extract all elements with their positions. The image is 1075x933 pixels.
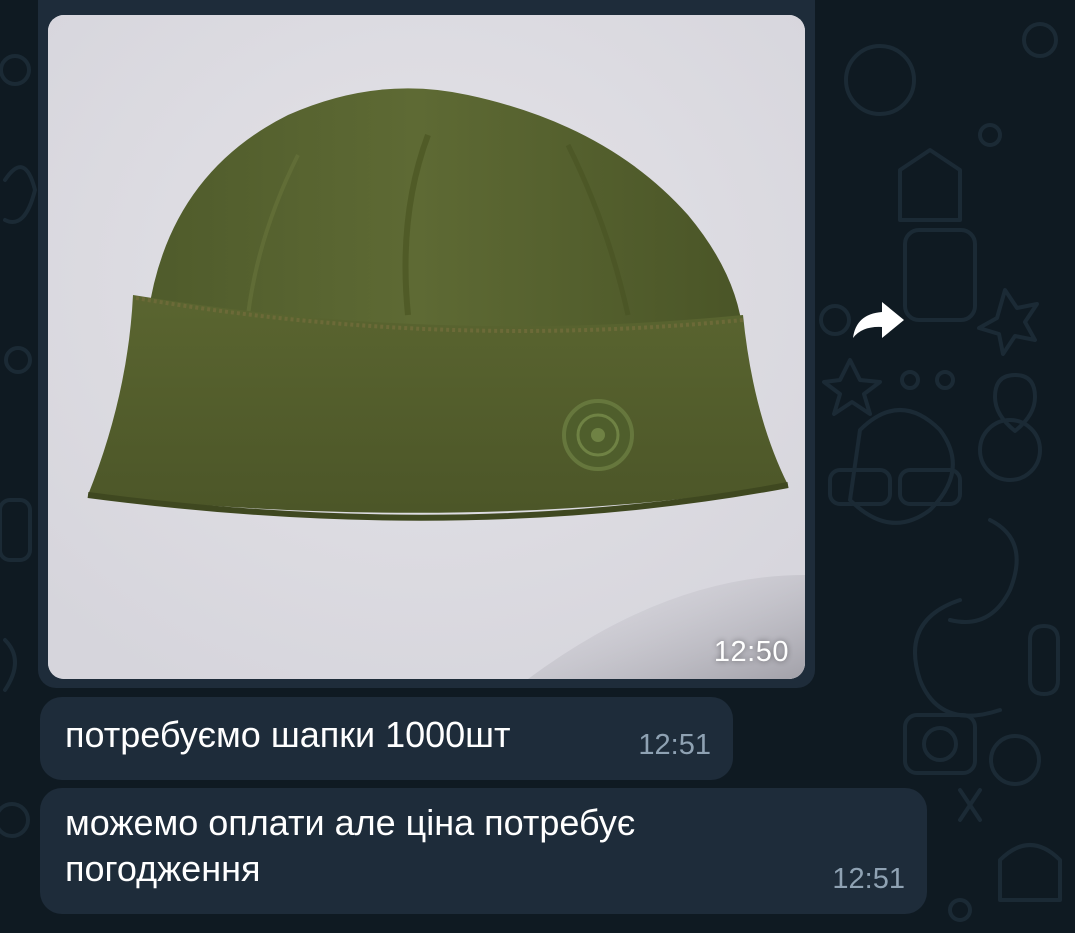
forward-button[interactable]	[846, 292, 910, 348]
message-text: можемо оплати але ціна потребує погоджен…	[65, 802, 636, 889]
forward-arrow-icon	[853, 302, 904, 338]
hat-photo	[48, 15, 805, 679]
message-bubble[interactable]: потребуємо шапки 1000шт 12:51	[40, 697, 733, 780]
photo-message-time: 12:50	[713, 636, 789, 668]
message-time: 12:51	[638, 729, 711, 761]
photo-attachment[interactable]: 12:50	[48, 15, 805, 679]
message-text: потребуємо шапки 1000шт	[65, 714, 511, 755]
message-bubble[interactable]: можемо оплати але ціна потребує погоджен…	[40, 788, 927, 914]
message-time: 12:51	[832, 863, 905, 895]
